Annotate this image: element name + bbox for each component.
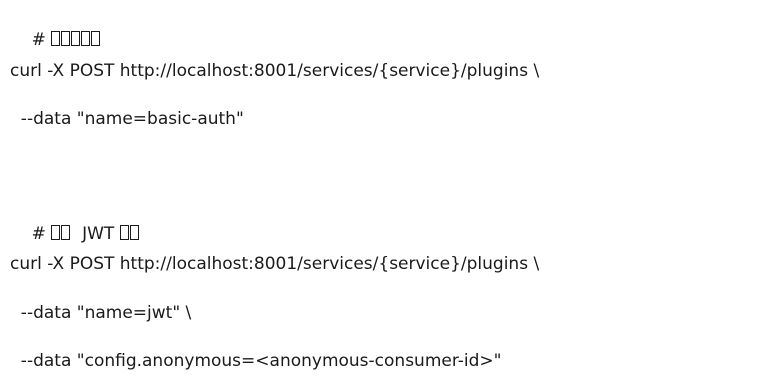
comment-jwt-text: JWT [71,224,120,244]
unrendered-glyphs [51,30,101,50]
unrendered-glyphs [119,224,140,244]
missing-glyph-box [61,31,71,46]
comment-prefix: # [31,224,52,244]
curl-command-line: curl -X POST http://localhost:8001/servi… [10,61,540,81]
data-option-line: --data "name=jwt" \ [10,303,192,323]
unrendered-glyphs [51,224,71,244]
data-option-line: --data "config.anonymous=<anonymous-cons… [10,351,502,371]
missing-glyph-box [119,225,129,240]
missing-glyph-box [61,225,71,240]
missing-glyph-box [91,31,101,46]
curl-command-line: curl -X POST http://localhost:8001/servi… [10,254,540,274]
comment-prefix: # [31,30,52,50]
missing-glyph-box [71,31,81,46]
missing-glyph-box [81,31,91,46]
data-option-line: --data "name=basic-auth" [10,109,244,129]
missing-glyph-box [51,31,61,46]
missing-glyph-box [51,225,61,240]
missing-glyph-box [129,225,139,240]
